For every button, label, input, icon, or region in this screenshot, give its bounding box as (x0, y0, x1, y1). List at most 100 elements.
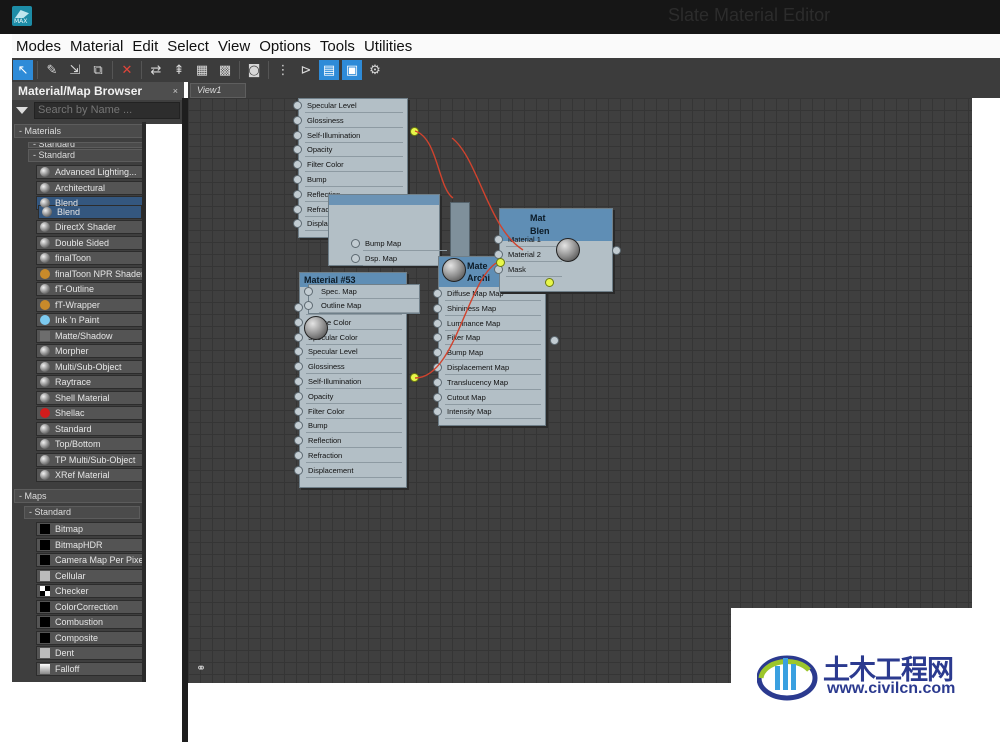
material2-input-socket[interactable] (496, 258, 505, 267)
material-map-browser-icon[interactable]: ▤ (319, 60, 339, 80)
map-item[interactable]: Cellular (36, 568, 144, 583)
material-item[interactable]: TP Multi/Sub-Object (36, 452, 144, 467)
input-socket[interactable] (294, 303, 303, 312)
input-socket[interactable] (294, 406, 303, 416)
material-item[interactable]: Raytrace (36, 375, 144, 389)
move-children-icon[interactable]: ⇄ (146, 60, 166, 80)
material-item[interactable]: finalToon NPR Shader (36, 266, 144, 281)
input-socket[interactable] (433, 377, 442, 387)
input-socket[interactable] (433, 333, 442, 343)
map-item[interactable]: BitmapHDR (36, 537, 144, 552)
input-socket[interactable] (294, 465, 303, 475)
material-item[interactable]: Multi/Sub-Object (36, 359, 144, 374)
input-socket[interactable] (433, 303, 442, 313)
material-item[interactable]: fT-Outline (36, 282, 144, 296)
navigator-binoculars-icon[interactable]: ⚭ (196, 661, 206, 675)
menu-tools[interactable]: Tools (316, 38, 360, 55)
menu-view[interactable]: View (214, 38, 255, 55)
output-socket-connected-2[interactable] (410, 373, 419, 382)
input-socket[interactable] (433, 363, 442, 372)
collapsed-node[interactable] (450, 202, 470, 258)
tab-view1[interactable]: View1 (190, 83, 246, 98)
assign-to-selection-icon[interactable]: ⧉ (88, 60, 108, 80)
input-socket[interactable] (294, 391, 303, 401)
input-socket[interactable] (433, 348, 442, 358)
map-item[interactable]: Composite (36, 630, 144, 645)
close-icon[interactable]: × (173, 86, 178, 96)
input-socket[interactable] (433, 289, 442, 298)
material-item[interactable]: Architectural (36, 180, 144, 195)
output-socket-connected[interactable] (410, 127, 419, 136)
input-socket[interactable] (433, 407, 442, 417)
input-socket[interactable] (293, 145, 302, 155)
input-socket[interactable] (293, 175, 302, 184)
menu-utilities[interactable]: Utilities (360, 38, 417, 55)
menu-edit[interactable]: Edit (128, 38, 163, 55)
menu-modes[interactable]: Modes (12, 38, 66, 55)
input-socket[interactable] (433, 392, 442, 402)
map-item[interactable]: Bitmap (36, 522, 144, 536)
input-socket[interactable] (351, 239, 360, 248)
input-socket[interactable] (433, 318, 442, 328)
material-item[interactable]: Top/Bottom (36, 437, 144, 451)
put-to-scene-icon[interactable]: ⇲ (65, 60, 85, 80)
material-node-mid[interactable]: Bump Map Dsp. Map (328, 194, 447, 266)
input-socket[interactable] (293, 115, 302, 125)
hide-unused-slots-icon[interactable]: ⇞ (169, 60, 189, 80)
input-socket[interactable] (293, 219, 302, 229)
map-item[interactable]: Combustion (36, 615, 144, 629)
standard-rollout-partial[interactable]: - Standard (28, 142, 154, 148)
material-item[interactable]: Shell Material (36, 390, 144, 405)
material-item[interactable]: Double Sided (36, 235, 144, 250)
map-item[interactable]: Dent (36, 646, 144, 660)
search-input[interactable] (34, 101, 180, 119)
standard-rollout[interactable]: - Standard (28, 149, 154, 162)
layout-all-icon[interactable]: ⋮ (273, 60, 293, 80)
menu-select[interactable]: Select (163, 38, 214, 55)
menu-material[interactable]: Material (66, 38, 128, 55)
input-socket[interactable] (494, 235, 503, 244)
3dsmax-app-icon[interactable]: MAX (12, 6, 32, 26)
options-dropdown-icon[interactable] (16, 106, 28, 114)
material-item[interactable]: finalToon (36, 251, 144, 265)
parameter-editor-icon[interactable]: ▣ (342, 60, 362, 80)
material-item[interactable]: Ink 'n Paint (36, 313, 144, 327)
input-socket[interactable] (294, 317, 303, 327)
material-item[interactable]: Shellac (36, 406, 144, 420)
layout-children-icon[interactable]: ⊳ (296, 60, 316, 80)
arch-output-socket[interactable] (550, 336, 559, 345)
map-item[interactable]: Camera Map Per Pixel (36, 553, 144, 567)
zoom-navigator-icon[interactable]: ⚙ (365, 60, 385, 80)
material-item[interactable]: XRef Material (36, 468, 144, 482)
map-item[interactable]: Falloff (36, 661, 144, 676)
material-preview-icon[interactable]: ◙ (244, 60, 264, 80)
input-socket[interactable] (294, 362, 303, 372)
input-socket[interactable] (294, 421, 303, 431)
input-socket[interactable] (293, 189, 302, 199)
input-socket[interactable] (294, 436, 303, 446)
input-socket[interactable] (351, 253, 360, 263)
checker-background-icon[interactable]: ▩ (215, 60, 235, 80)
material-item[interactable]: Morpher (36, 344, 144, 358)
menu-options[interactable]: Options (255, 38, 316, 55)
blend-output-socket[interactable] (612, 246, 621, 255)
input-socket[interactable] (294, 377, 303, 386)
material-item[interactable]: Matte/Shadow (36, 328, 144, 343)
input-socket[interactable] (293, 160, 302, 170)
input-socket[interactable] (304, 301, 313, 310)
select-arrow-icon[interactable]: ↖ (13, 60, 33, 80)
material-item[interactable]: fT-Wrapper (36, 297, 144, 312)
material-item[interactable]: Standard (36, 421, 144, 436)
node-view[interactable]: Specular Level Glossiness Self-Illuminatio… (188, 98, 972, 683)
material-item[interactable]: Advanced Lighting... (36, 165, 144, 179)
material-item[interactable]: DirectX Shader (36, 220, 144, 234)
input-socket[interactable] (293, 101, 302, 110)
maps-standard-rollout[interactable]: - Standard (24, 506, 140, 519)
show-map-icon[interactable]: ▦ (192, 60, 212, 80)
input-socket[interactable] (293, 204, 302, 214)
input-socket[interactable] (294, 347, 303, 357)
material-item[interactable]: Blend (38, 204, 142, 219)
eyedropper-icon[interactable]: ✎ (42, 60, 62, 80)
delete-icon[interactable]: ✕ (117, 60, 137, 80)
map-item[interactable]: Checker (36, 584, 144, 598)
